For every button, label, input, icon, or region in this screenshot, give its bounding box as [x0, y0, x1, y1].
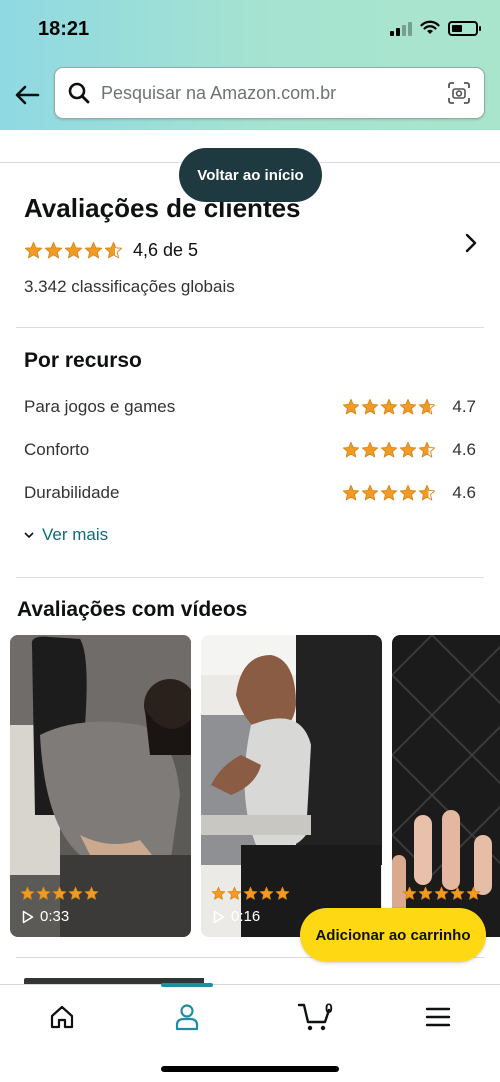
star-icon: [104, 241, 123, 259]
video-duration: 0:16: [213, 908, 260, 925]
feature-row: Conforto 4.6: [24, 436, 476, 464]
search-icon: [68, 82, 90, 104]
battery-icon: [448, 20, 481, 36]
star-icon: [20, 886, 35, 900]
feature-label: Durabilidade: [24, 483, 120, 502]
star-icon: [418, 441, 436, 458]
feature-row: Durabilidade 4.6: [24, 479, 476, 507]
signal-icon: [390, 20, 412, 36]
star-icon: [211, 886, 226, 900]
nav-menu[interactable]: [408, 997, 468, 1037]
global-ratings-count: 3.342 classificações globais: [24, 277, 235, 296]
feature-stars: [342, 484, 436, 502]
see-more-link[interactable]: Ver mais: [24, 525, 108, 545]
video-card[interactable]: [392, 635, 500, 937]
star-icon: [44, 241, 63, 259]
feature-stars: [342, 398, 436, 416]
play-icon: [22, 910, 34, 923]
account-icon: [175, 1004, 199, 1031]
overall-stars: [24, 241, 123, 260]
by-feature-title: Por recurso: [24, 349, 142, 372]
wifi-icon: [420, 20, 440, 34]
cart-count: 0: [325, 1000, 333, 1016]
search-input[interactable]: Pesquisar na Amazon.com.br: [54, 67, 485, 119]
star-icon: [84, 886, 99, 900]
star-icon: [399, 441, 417, 458]
feature-label: Para jogos e games: [24, 397, 176, 416]
star-icon: [84, 241, 103, 259]
add-to-cart-button[interactable]: Adicionar ao carrinho: [300, 908, 486, 962]
feature-value: 4.6: [452, 483, 476, 502]
status-icons: [390, 20, 481, 36]
star-icon: [342, 398, 360, 415]
back-to-top-button[interactable]: Voltar ao início: [179, 148, 322, 202]
feature-row: Para jogos e games 4.7: [24, 393, 476, 421]
header: 18:21 Pesquisar na Amazon.com.br: [0, 0, 500, 130]
menu-icon: [425, 1007, 451, 1027]
star-icon: [450, 886, 465, 900]
star-icon: [243, 886, 258, 900]
home-indicator: [161, 1066, 339, 1072]
star-icon: [399, 484, 417, 501]
video-rating-stars: [402, 886, 481, 901]
video-card[interactable]: 0:16: [201, 635, 382, 937]
video-duration: 0:33: [22, 908, 69, 925]
see-more-label: Ver mais: [42, 525, 109, 544]
star-icon: [227, 886, 242, 900]
star-icon: [380, 441, 398, 458]
star-icon: [418, 886, 433, 900]
chevron-right-icon[interactable]: [462, 232, 480, 254]
play-icon: [213, 910, 225, 923]
divider: [16, 327, 484, 328]
divider: [16, 577, 484, 578]
feature-value: 4.7: [452, 397, 476, 416]
active-tab-indicator: [161, 983, 213, 987]
star-icon: [275, 886, 290, 900]
video-duration-text: 0:33: [40, 908, 70, 925]
feature-stars: [342, 441, 436, 459]
star-icon: [64, 241, 83, 259]
home-icon: [50, 1005, 74, 1029]
star-icon: [342, 441, 360, 458]
camera-scan-icon[interactable]: [446, 80, 472, 106]
chevron-down-icon: [24, 532, 34, 539]
video-reviews-title: Avaliações com vídeos: [17, 598, 248, 621]
nav-account[interactable]: [157, 997, 217, 1037]
star-icon: [434, 886, 449, 900]
star-icon: [380, 398, 398, 415]
arrow-left-icon: [15, 85, 40, 105]
star-icon: [418, 484, 436, 501]
star-icon: [36, 886, 51, 900]
feature-value: 4.6: [452, 440, 476, 459]
star-icon: [402, 886, 417, 900]
star-icon: [361, 398, 379, 415]
star-icon: [52, 886, 67, 900]
star-icon: [361, 441, 379, 458]
overall-rating[interactable]: 4,6 de 5: [24, 240, 198, 261]
star-icon: [68, 886, 83, 900]
search-placeholder: Pesquisar na Amazon.com.br: [101, 82, 337, 103]
back-button[interactable]: [12, 80, 42, 110]
rating-text: 4,6 de 5: [133, 240, 199, 260]
star-icon: [418, 398, 436, 415]
star-icon: [24, 241, 43, 259]
nav-home[interactable]: [32, 997, 92, 1037]
star-icon: [342, 484, 360, 501]
video-card[interactable]: 0:33: [10, 635, 191, 937]
video-duration-text: 0:16: [231, 908, 261, 925]
star-icon: [380, 484, 398, 501]
star-icon: [361, 484, 379, 501]
video-carousel[interactable]: 0:33 0:16: [10, 635, 500, 937]
nav-cart[interactable]: 0: [285, 997, 345, 1037]
star-icon: [466, 886, 481, 900]
star-icon: [259, 886, 274, 900]
video-rating-stars: [211, 886, 290, 901]
feature-label: Conforto: [24, 440, 90, 459]
status-time: 18:21: [38, 18, 90, 40]
star-icon: [399, 398, 417, 415]
video-rating-stars: [20, 886, 99, 901]
